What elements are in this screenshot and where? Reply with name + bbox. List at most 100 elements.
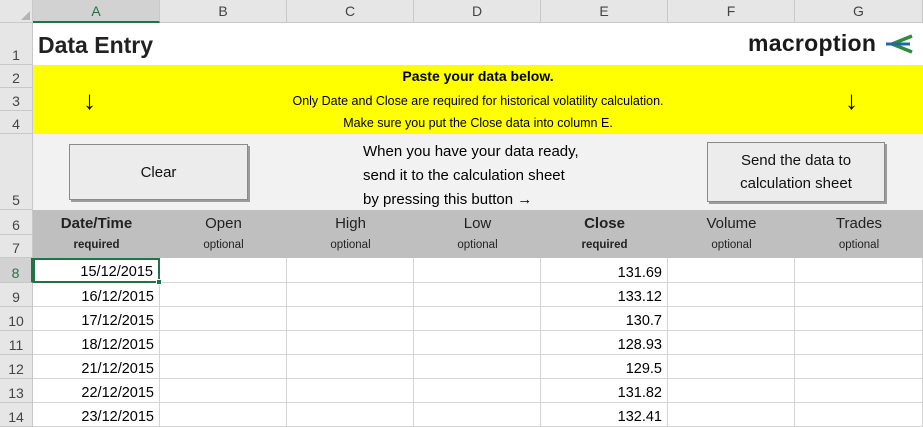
cell-b12[interactable] — [160, 355, 287, 379]
cell-b9[interactable] — [160, 283, 287, 307]
cell-c14[interactable] — [287, 403, 414, 427]
page-title: Data Entry — [38, 32, 154, 58]
select-all-triangle-icon — [21, 11, 30, 20]
paste-instructions-banner: ↓ Paste your data below. Only Date and C… — [33, 65, 923, 134]
cell-c11[interactable] — [287, 331, 414, 355]
cell-d14[interactable] — [414, 403, 541, 427]
cell-f10[interactable] — [668, 307, 795, 331]
fill-handle[interactable] — [156, 279, 162, 285]
cell-g12[interactable] — [795, 355, 923, 379]
row-header-9[interactable]: 9 — [0, 283, 33, 307]
header-trades[interactable]: Trades optional — [795, 210, 923, 258]
cell-b10[interactable] — [160, 307, 287, 331]
column-header-c[interactable]: C — [287, 0, 414, 23]
cell-a12[interactable]: 21/12/2015 — [33, 355, 160, 379]
header-name: Close — [584, 215, 625, 232]
row-header-7[interactable]: 7 — [0, 235, 33, 258]
title-row: Data Entry macroption — [33, 23, 923, 65]
send-instructions: When you have your data ready, send it t… — [363, 140, 579, 212]
cell-e13[interactable]: 131.82 — [541, 379, 668, 403]
cell-d9[interactable] — [414, 283, 541, 307]
header-low[interactable]: Low optional — [414, 210, 541, 258]
column-header-d[interactable]: D — [414, 0, 541, 23]
cell-f12[interactable] — [668, 355, 795, 379]
header-requirement: optional — [330, 239, 371, 251]
cell-a11[interactable]: 18/12/2015 — [33, 331, 160, 355]
cell-g11[interactable] — [795, 331, 923, 355]
cell-e14[interactable]: 132.41 — [541, 403, 668, 427]
cell-b14[interactable] — [160, 403, 287, 427]
cell-d8[interactable] — [414, 258, 541, 283]
cell-g13[interactable] — [795, 379, 923, 403]
logo-chevron-icon — [886, 33, 913, 54]
cell-e12[interactable]: 129.5 — [541, 355, 668, 379]
column-header-e[interactable]: E — [541, 0, 668, 23]
cell-g9[interactable] — [795, 283, 923, 307]
active-cell-a8[interactable]: 15/12/2015 — [33, 258, 160, 283]
header-requirement: optional — [457, 239, 498, 251]
cell-d11[interactable] — [414, 331, 541, 355]
banner-line-2: Make sure you put the Close data into co… — [343, 116, 613, 130]
row-header-6[interactable]: 6 — [0, 210, 33, 235]
clear-button[interactable]: Clear — [69, 144, 248, 200]
cell-c12[interactable] — [287, 355, 414, 379]
row-header-8[interactable]: 8 — [0, 258, 33, 283]
down-arrow-icon: ↓ — [845, 85, 858, 115]
row-header-4[interactable]: 4 — [0, 111, 33, 134]
header-high[interactable]: High optional — [287, 210, 414, 258]
cell-c13[interactable] — [287, 379, 414, 403]
row-header-10[interactable]: 10 — [0, 307, 33, 331]
cell-b13[interactable] — [160, 379, 287, 403]
cell-e10[interactable]: 130.7 — [541, 307, 668, 331]
cell-g10[interactable] — [795, 307, 923, 331]
cell-e8[interactable]: 131.69 — [541, 258, 668, 283]
cell-f11[interactable] — [668, 331, 795, 355]
header-close[interactable]: Close required — [541, 210, 668, 258]
header-date-time[interactable]: Date/Time required — [33, 210, 160, 258]
cell-b11[interactable] — [160, 331, 287, 355]
row-header-13[interactable]: 13 — [0, 379, 33, 403]
row-header-1[interactable]: 1 — [0, 23, 33, 65]
row-header-12[interactable]: 12 — [0, 355, 33, 379]
cell-c8[interactable] — [287, 258, 414, 283]
controls-row: Clear When you have your data ready, sen… — [33, 134, 923, 210]
cell-g14[interactable] — [795, 403, 923, 427]
send-button-label-line-2: calculation sheet — [740, 175, 852, 192]
cell-a13[interactable]: 22/12/2015 — [33, 379, 160, 403]
cell-f9[interactable] — [668, 283, 795, 307]
row-header-11[interactable]: 11 — [0, 331, 33, 355]
cell-g8[interactable] — [795, 258, 923, 283]
select-all-corner[interactable] — [0, 0, 33, 23]
macroption-logo: macroption — [748, 30, 916, 57]
column-header-b[interactable]: B — [160, 0, 287, 23]
column-header-g[interactable]: G — [795, 0, 923, 23]
column-header-a[interactable]: A — [33, 0, 160, 23]
cell-b8[interactable] — [160, 258, 287, 283]
row-header-2[interactable]: 2 — [0, 65, 33, 88]
column-titles-row: Date/Time required Open optional High op… — [33, 210, 923, 258]
cell-e11[interactable]: 128.93 — [541, 331, 668, 355]
column-header-f[interactable]: F — [668, 0, 795, 23]
header-volume[interactable]: Volume optional — [668, 210, 795, 258]
cell-f8[interactable] — [668, 258, 795, 283]
logo-text: macroption — [748, 30, 877, 56]
row-header-5[interactable]: 5 — [0, 134, 33, 210]
cell-e9[interactable]: 133.12 — [541, 283, 668, 307]
cell-a9[interactable]: 16/12/2015 — [33, 283, 160, 307]
header-name: Volume — [706, 215, 757, 232]
row-header-14[interactable]: 14 — [0, 403, 33, 427]
send-to-calculation-button[interactable]: Send the data to calculation sheet — [707, 142, 885, 202]
cell-c10[interactable] — [287, 307, 414, 331]
cell-f14[interactable] — [668, 403, 795, 427]
header-open[interactable]: Open optional — [160, 210, 287, 258]
cell-d12[interactable] — [414, 355, 541, 379]
cell-c9[interactable] — [287, 283, 414, 307]
cell-d13[interactable] — [414, 379, 541, 403]
row-header-3[interactable]: 3 — [0, 88, 33, 111]
cell-f13[interactable] — [668, 379, 795, 403]
cell-d10[interactable] — [414, 307, 541, 331]
cell-a14[interactable]: 23/12/2015 — [33, 403, 160, 427]
cell-a10[interactable]: 17/12/2015 — [33, 307, 160, 331]
instruction-line: by pressing this button → — [363, 191, 533, 208]
instruction-line: send it to the calculation sheet — [363, 167, 565, 184]
